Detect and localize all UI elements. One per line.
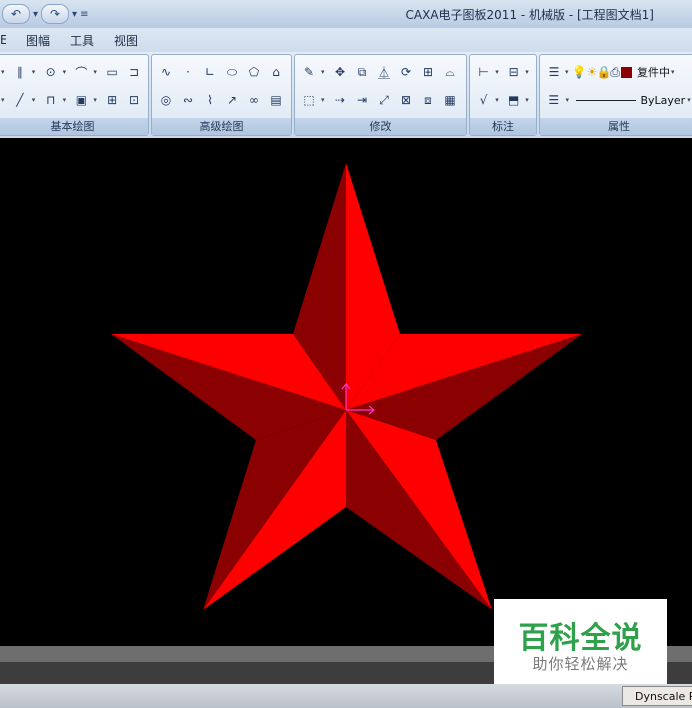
spline-icon[interactable]: ∿: [156, 62, 176, 82]
fillet-icon[interactable]: ⌓: [440, 62, 460, 82]
center-line-icon[interactable]: ⊐: [124, 62, 144, 82]
polygon-icon[interactable]: ⬠: [244, 62, 264, 82]
mirror-icon[interactable]: ⏅: [374, 62, 394, 82]
parallel-line-icon[interactable]: ∥: [10, 62, 30, 82]
undo-dropdown-icon[interactable]: ▾: [33, 9, 38, 20]
undo-button[interactable]: ↶: [2, 4, 30, 24]
angle-line-icon[interactable]: ∟: [200, 62, 220, 82]
watermark-logo: 百科全说 助你轻松解决: [494, 599, 667, 684]
printer-icon: ⎙: [610, 64, 620, 79]
lightbulb-icon: 💡: [571, 65, 587, 79]
wave-line-icon[interactable]: ∾: [178, 90, 198, 110]
window-title: CAXA电子图板2011 - 机械版 - [工程图文档1]: [405, 8, 654, 22]
leader-icon[interactable]: ⬒: [504, 90, 523, 110]
panel-label: 基本绘图: [0, 118, 148, 135]
dynscale-button[interactable]: Dynscale Rt: [622, 686, 692, 706]
layer-name[interactable]: 复件中: [637, 64, 670, 80]
insert-block-icon[interactable]: ▣: [72, 90, 92, 110]
chain-icon[interactable]: ∞: [244, 90, 264, 110]
centerline-icon[interactable]: ⌂: [266, 62, 286, 82]
panel-dimension: ⊢ ▾ ⊟ ▾ √ ▾ ⬒ ▾ 标注: [469, 54, 537, 136]
chevron-down-icon[interactable]: ▾: [1, 96, 8, 104]
delete-icon[interactable]: ✎: [299, 62, 319, 82]
watermark-subtitle: 助你轻松解决: [532, 655, 629, 673]
chevron-down-icon[interactable]: ▾: [93, 96, 100, 104]
ribbon: ▾ ∥ ▾ ⊙ ▾ ⌒ ▾ ▭ ⊐ ▾ ╱ ▾ ⊓ ▾ ▣ ▾ ⊞ ⊡ 基本绘图…: [0, 52, 692, 138]
title-bar: ↶ ▾ ↷ ▾ ≡ CAXA电子图板2011 - 机械版 - [工程图文档1]: [0, 0, 692, 28]
chevron-down-icon[interactable]: ▾: [495, 96, 502, 104]
image-icon[interactable]: ▤: [266, 90, 286, 110]
panel-properties: ☰ ▾ 💡 ☀ 🔒 ⎙ 复件中 ▾ ☰ ▾ ByLayer ▾ 属性: [539, 54, 692, 136]
line-icon[interactable]: ╱: [10, 90, 30, 110]
chevron-down-icon[interactable]: ▾: [687, 96, 692, 104]
layer-manager-icon[interactable]: ☰: [544, 62, 564, 82]
menu-item-view[interactable]: 视图: [114, 32, 138, 49]
redo-button[interactable]: ↷: [41, 4, 70, 24]
circle-icon[interactable]: ⊙: [41, 62, 61, 82]
linetype-preview: [576, 99, 637, 101]
undo-arrow-icon: ↶: [10, 7, 22, 21]
ellipse-icon[interactable]: ⬭: [222, 62, 242, 82]
panel-modify: ✎ ▾ ✥ ⧉ ⏅ ⟳ ⊞ ⌓ ⬚ ▾ ⇢ ⇥ ⤢ ⊠ ⧈ ▦ 修改: [294, 54, 467, 136]
chevron-down-icon[interactable]: ▾: [495, 68, 502, 76]
array-icon[interactable]: ⊞: [418, 62, 438, 82]
rectangle-icon[interactable]: ▭: [102, 62, 122, 82]
stretch-icon[interactable]: ⇥: [352, 90, 372, 110]
panel-advanced-draw: ∿ · ∟ ⬭ ⬠ ⌂ ◎ ∾ ⌇ ↗ ∞ ▤ 高级绘图: [151, 54, 292, 136]
chevron-down-icon[interactable]: ▾: [32, 96, 39, 104]
drawing-canvas[interactable]: [0, 138, 692, 646]
chevron-down-icon[interactable]: ▾: [1, 68, 8, 76]
panel-label: 高级绘图: [152, 118, 291, 135]
menu-bar: E 图幅 工具 视图: [0, 28, 692, 52]
arrow-icon[interactable]: ↗: [222, 90, 242, 110]
line-weight-icon[interactable]: ☰: [544, 90, 563, 110]
hole-icon[interactable]: ◎: [156, 90, 176, 110]
explode-icon[interactable]: ⊠: [396, 90, 416, 110]
arc-icon[interactable]: ⌒: [72, 62, 92, 82]
trim-icon[interactable]: ⬚: [299, 90, 319, 110]
lock-icon: 🔒: [596, 65, 612, 79]
scale-icon[interactable]: ⤢: [374, 90, 394, 110]
chevron-down-icon[interactable]: ▾: [525, 68, 532, 76]
redo-dropdown-icon[interactable]: ▾: [72, 9, 77, 20]
polyline-icon[interactable]: ⊓: [41, 90, 61, 110]
panel-basic-draw: ▾ ∥ ▾ ⊙ ▾ ⌒ ▾ ▭ ⊐ ▾ ╱ ▾ ⊓ ▾ ▣ ▾ ⊞ ⊡ 基本绘图: [0, 54, 149, 136]
chevron-down-icon[interactable]: ▾: [93, 68, 100, 76]
chevron-down-icon[interactable]: ▾: [565, 96, 572, 104]
star-drawing: [111, 163, 582, 610]
roughness-icon[interactable]: √: [474, 90, 493, 110]
chevron-down-icon[interactable]: ▾: [63, 68, 70, 76]
chevron-down-icon[interactable]: ▾: [525, 96, 532, 104]
chevron-down-icon[interactable]: ▾: [671, 68, 678, 76]
panel-label: 修改: [295, 118, 466, 135]
break-line-icon[interactable]: ⌇: [200, 90, 220, 110]
panel-label: 属性: [540, 118, 692, 135]
chevron-down-icon[interactable]: ▾: [321, 96, 328, 104]
chevron-down-icon[interactable]: ▾: [321, 68, 328, 76]
qat-customize-icon[interactable]: ≡: [80, 9, 88, 20]
watermark-title: 百科全说: [518, 621, 643, 656]
quick-access-toolbar: ↶ ▾ ↷ ▾ ≡: [2, 4, 88, 24]
redo-arrow-icon: ↷: [50, 7, 61, 21]
dimension-icon[interactable]: ⊢: [474, 62, 493, 82]
text-icon[interactable]: ⊟: [504, 62, 523, 82]
menu-item-partial[interactable]: E: [0, 33, 6, 47]
offset-icon[interactable]: ⧈: [418, 90, 438, 110]
layer-color-swatch: [621, 66, 632, 78]
menu-item-sheet[interactable]: 图幅: [26, 32, 50, 49]
move-icon[interactable]: ✥: [330, 62, 350, 82]
status-bar: [0, 684, 692, 708]
chevron-down-icon[interactable]: ▾: [63, 96, 70, 104]
hatch-icon[interactable]: ⊞: [102, 90, 122, 110]
rotate-icon[interactable]: ⟳: [396, 62, 416, 82]
point-icon[interactable]: ·: [178, 62, 198, 82]
menu-item-tools[interactable]: 工具: [70, 32, 94, 49]
properties-icon[interactable]: ▦: [440, 90, 460, 110]
linetype-select[interactable]: ByLayer: [640, 94, 685, 107]
extend-icon[interactable]: ⇢: [330, 90, 350, 110]
copy-icon[interactable]: ⧉: [352, 62, 372, 82]
chevron-down-icon[interactable]: ▾: [32, 68, 39, 76]
panel-label: 标注: [470, 118, 536, 135]
boundary-icon[interactable]: ⊡: [124, 90, 144, 110]
